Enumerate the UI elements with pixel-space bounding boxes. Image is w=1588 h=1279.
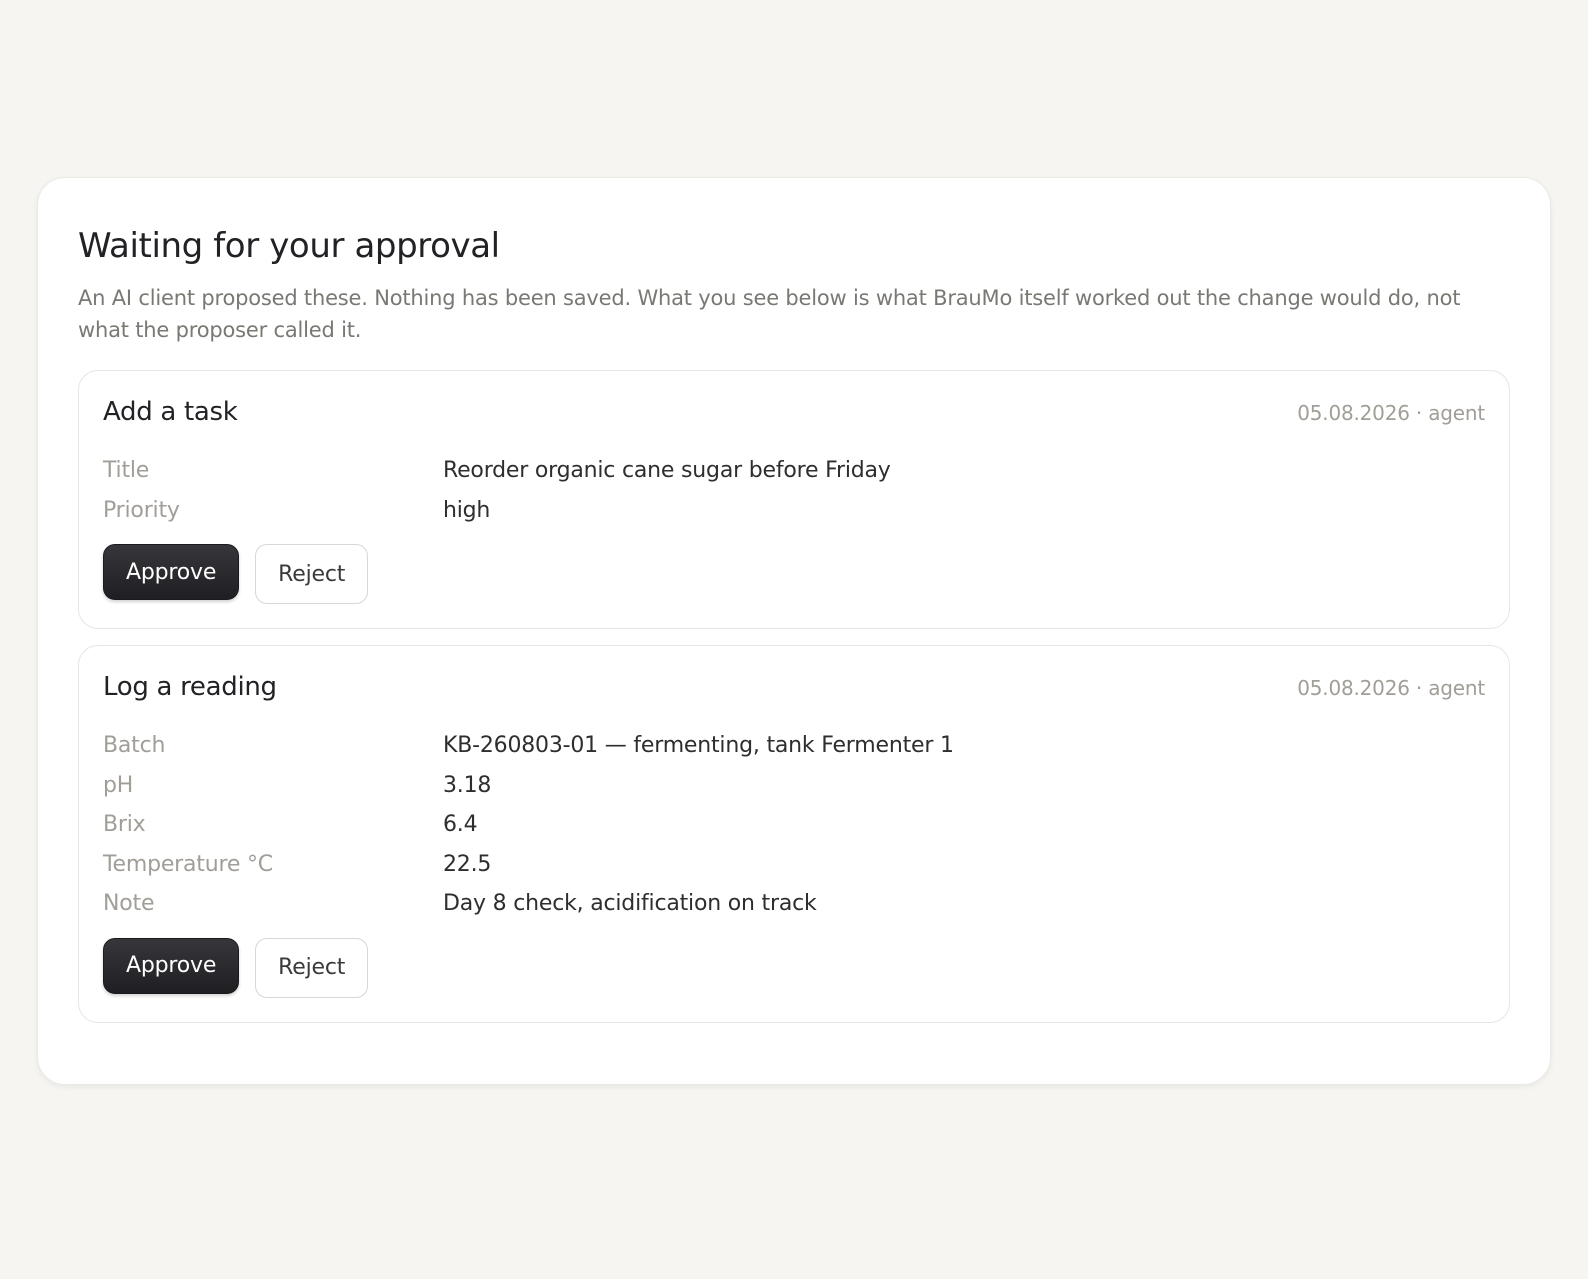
field-row: Brix 6.4 xyxy=(103,805,1485,845)
approve-button[interactable]: Approve xyxy=(103,937,240,994)
approval-card-log-reading: Log a reading 05.08.2026 · agent Batch K… xyxy=(78,645,1510,1023)
field-list: Batch KB-260803-01 — fermenting, tank Fe… xyxy=(103,726,1485,924)
field-label: Priority xyxy=(103,497,180,523)
field-row: Batch KB-260803-01 — fermenting, tank Fe… xyxy=(103,726,1485,766)
field-row: Priority high xyxy=(103,491,1485,531)
field-label: Batch xyxy=(103,733,166,759)
field-value: high xyxy=(443,497,491,523)
page-title: Waiting for your approval xyxy=(78,226,500,266)
page-subtitle: An AI client proposed these. Nothing has… xyxy=(78,286,1461,342)
field-list: Title Reorder organic cane sugar before … xyxy=(103,451,1485,530)
card-title: Add a task xyxy=(103,397,238,427)
field-row: Temperature °C 22.5 xyxy=(103,845,1485,885)
card-meta: 05.08.2026 · agent xyxy=(1297,401,1485,425)
field-value: Day 8 check, acidification on track xyxy=(443,891,817,917)
field-row: Title Reorder organic cane sugar before … xyxy=(103,451,1485,491)
field-label: Brix xyxy=(103,812,146,838)
field-value: KB-260803-01 — fermenting, tank Fermente… xyxy=(443,733,954,759)
field-label: Title xyxy=(103,458,150,484)
approve-button[interactable]: Approve xyxy=(103,544,240,600)
field-value: Reorder organic cane sugar before Friday xyxy=(443,458,891,484)
card-header: Add a task 05.08.2026 · agent xyxy=(103,397,1485,433)
approval-list: Add a task 05.08.2026 · agent Title Reor… xyxy=(78,370,1510,1023)
card-actions: Approve Reject xyxy=(103,937,1485,998)
field-value: 3.18 xyxy=(443,772,492,798)
field-label: pH xyxy=(103,772,134,798)
reject-button[interactable]: Reject xyxy=(255,544,369,604)
field-value: 22.5 xyxy=(443,851,492,877)
card-title: Log a reading xyxy=(103,672,277,702)
field-row: pH 3.18 xyxy=(103,766,1485,806)
approval-panel: Waiting for your approval An AI client p… xyxy=(37,177,1551,1085)
field-row: Note Day 8 check, acidification on track xyxy=(103,884,1485,924)
card-meta: 05.08.2026 · agent xyxy=(1297,676,1485,700)
field-label: Temperature °C xyxy=(103,851,273,877)
approval-card-add-task: Add a task 05.08.2026 · agent Title Reor… xyxy=(78,370,1510,629)
card-header: Log a reading 05.08.2026 · agent xyxy=(103,672,1485,708)
field-label: Note xyxy=(103,891,155,917)
reject-button[interactable]: Reject xyxy=(255,937,369,998)
field-value: 6.4 xyxy=(443,812,478,838)
card-actions: Approve Reject xyxy=(103,544,1485,604)
